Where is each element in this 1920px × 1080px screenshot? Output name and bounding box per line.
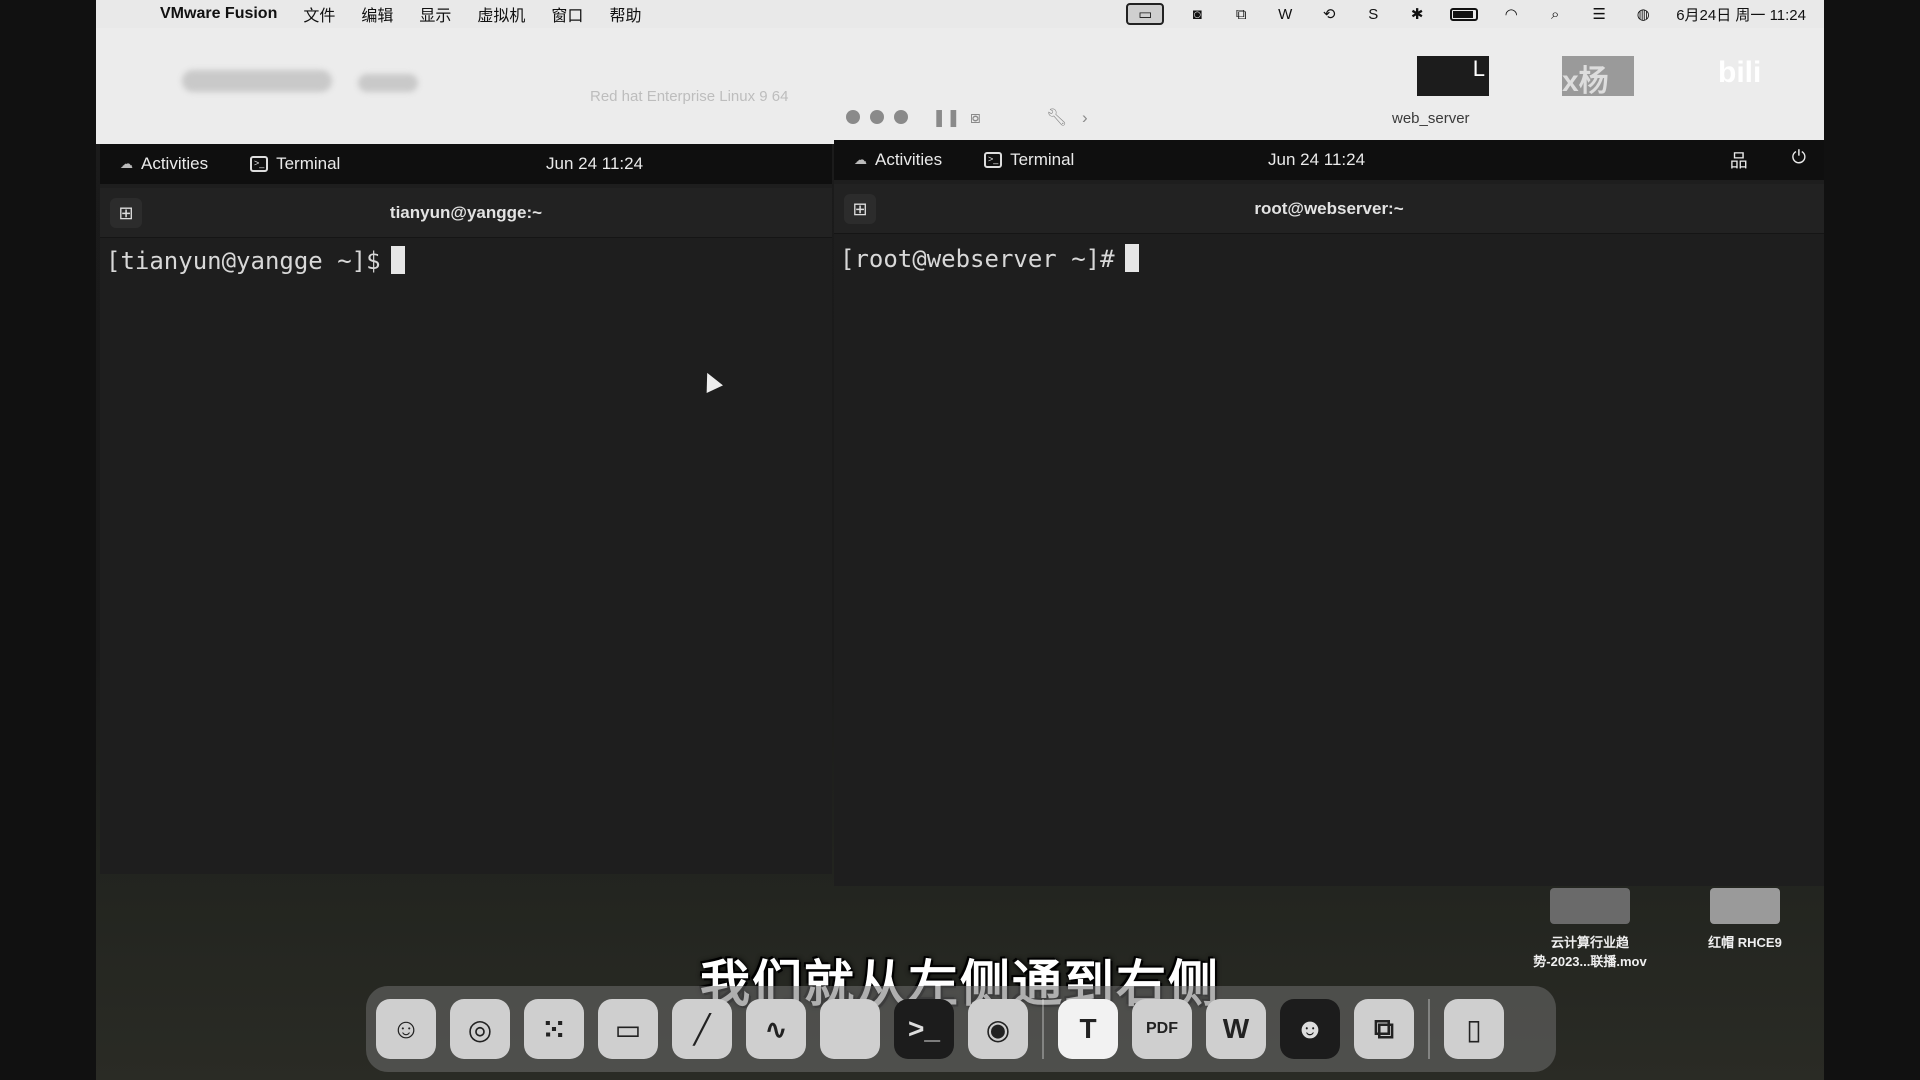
menu-window[interactable]: 窗口 (551, 2, 583, 26)
vm-title-right: web_server (1392, 110, 1470, 127)
menu-edit[interactable]: 编辑 (361, 2, 393, 26)
menubar-app-name[interactable]: VMware Fusion (160, 5, 277, 23)
vm-title-left: Red hat Enterprise Linux 9 64 (590, 88, 789, 105)
gnome-clock[interactable]: Jun 24 11:24 (1268, 150, 1365, 170)
control-center-icon[interactable]: ☰ (1588, 5, 1610, 23)
chevron-right-icon[interactable]: › (1082, 108, 1088, 128)
launchpad-icon[interactable]: ⁙ (524, 999, 584, 1059)
prompt-text: [tianyun@yangge ~]$ (106, 247, 381, 275)
gnome-clock[interactable]: Jun 24 11:24 (546, 154, 643, 174)
mac-screen: VMware Fusion 文件 编辑 显示 虚拟机 窗口 帮助 ▭ ◙ ⧉ W… (96, 0, 1824, 1080)
search-icon[interactable]: ⌕ (1544, 5, 1566, 23)
bluetooth-icon[interactable]: ✱ (1406, 5, 1428, 23)
menu-vm[interactable]: 虚拟机 (477, 2, 525, 26)
text-cursor (390, 246, 405, 274)
wps-icon[interactable]: W (1274, 5, 1296, 23)
terminal-prompt[interactable]: [tianyun@yangge ~]$ (106, 246, 405, 275)
prompt-text: [root@webserver ~]# (840, 245, 1115, 273)
wifi-icon[interactable]: ◠ (1500, 5, 1522, 23)
pillarbox-right (1824, 0, 1920, 1080)
close-dot-icon[interactable] (846, 110, 860, 124)
gnome-topbar: ☁ Activities >_ Terminal Jun 24 11:24 (100, 144, 832, 184)
terminal-icon: >_ (250, 156, 269, 172)
finder-icon[interactable]: ☺ (376, 999, 436, 1059)
gnome-topbar: ☁ Activities >_ Terminal Jun 24 11:24 品 … (834, 140, 1824, 180)
vm-pane-left: ☁ Activities >_ Terminal Jun 24 11:24 ⊞ … (100, 144, 832, 874)
pillarbox-left (0, 0, 96, 1080)
gnome-system-icons: 品 ⏻ (1730, 147, 1806, 173)
activities-button[interactable]: ☁ Activities (120, 154, 208, 174)
menu-file[interactable]: 文件 (303, 2, 335, 26)
zoom-dot-icon[interactable] (894, 110, 908, 124)
typora-icon[interactable]: T (1058, 999, 1118, 1059)
terminal-icon: >_ (984, 152, 1003, 168)
terminal-app-label: Terminal (1010, 150, 1075, 169)
pen-app-icon[interactable]: ╱ (672, 999, 732, 1059)
power-icon[interactable]: ⏻ (1792, 147, 1806, 173)
minimize-dot-icon[interactable] (870, 110, 884, 124)
chatbot-icon[interactable]: ☻ (1280, 999, 1340, 1059)
terminal-window-title: root@webserver:~ (1254, 199, 1404, 218)
overlay-thumbnail: x杨 (1562, 56, 1634, 98)
menubar-status-area: ▭ ◙ ⧉ W ⟲ S ✱ ◠ ⌕ ☰ ◍ 6月24日 周一 11:24 (1126, 0, 1806, 28)
sync-icon[interactable]: ⟲ (1318, 5, 1340, 23)
settings-wrench-icon[interactable]: 🔧︎ (1046, 108, 1068, 128)
vm-pane-right: ☁ Activities >_ Terminal Jun 24 11:24 品 … (834, 140, 1824, 886)
menu-view[interactable]: 显示 (419, 2, 451, 26)
desktop-folder-rhce9[interactable]: 红帽 RHCE9 (1690, 888, 1800, 951)
terminal-app-menu[interactable]: >_ Terminal (984, 150, 1074, 170)
activities-label: Activities (875, 150, 943, 169)
pdf-app-icon[interactable]: PDF (1132, 999, 1192, 1059)
window-switch-icon[interactable]: ⧉ (1230, 5, 1252, 23)
vm-window-controls (846, 110, 908, 124)
pause-icon[interactable]: ❚❚ (932, 108, 961, 128)
terminal-icon[interactable]: >_ (894, 999, 954, 1059)
gnome-foot-icon: ☁ (120, 156, 133, 171)
trash-icon[interactable]: ▯ (1444, 999, 1504, 1059)
safari-icon[interactable]: ◎ (450, 999, 510, 1059)
text-cursor (1124, 244, 1139, 272)
folder-icon (1710, 888, 1780, 924)
network-icon[interactable]: 品 (1730, 147, 1748, 173)
dock-separator (1042, 999, 1044, 1059)
battery-icon[interactable] (1450, 7, 1479, 21)
blurred-region (358, 74, 418, 92)
terminal-headerbar: ⊞ root@webserver:~ (834, 184, 1824, 234)
menubar-datetime[interactable]: 6月24日 周一 11:24 (1676, 4, 1806, 25)
notes-icon[interactable] (820, 999, 880, 1059)
menu-help[interactable]: 帮助 (609, 2, 641, 26)
mac-dock: ☺ ◎ ⁙ ▭ ╱ ∿ >_ ◉ T PDF W ☻ ⧉ ▯ (366, 986, 1556, 1072)
activities-button[interactable]: ☁ Activities (854, 150, 942, 170)
mac-menubar: VMware Fusion 文件 编辑 显示 虚拟机 窗口 帮助 ▭ ◙ ⧉ W… (96, 0, 1824, 28)
messages-icon[interactable]: ▭ (598, 999, 658, 1059)
s-app-icon[interactable]: S (1362, 5, 1384, 23)
screen-share-icon[interactable]: ▭ (1126, 3, 1165, 25)
overlay-thumbnail: L (1417, 56, 1489, 96)
terminal-headerbar: ⊞ tianyun@yangge:~ (100, 188, 832, 238)
blurred-region (182, 70, 332, 92)
siri-icon[interactable]: ◍ (1632, 5, 1654, 23)
video-file-icon (1550, 888, 1630, 924)
freeform-icon[interactable]: ∿ (746, 999, 806, 1059)
chrome-icon[interactable]: ◉ (968, 999, 1028, 1059)
camera-icon[interactable]: ◙ (1186, 5, 1208, 23)
activities-label: Activities (141, 154, 209, 173)
snapshot-icon[interactable]: ⧇ (970, 108, 981, 128)
bilibili-logo-icon: bili (1718, 56, 1762, 89)
gnome-foot-icon: ☁ (854, 152, 867, 167)
terminal-app-label: Terminal (276, 154, 341, 173)
terminal-app-menu[interactable]: >_ Terminal (250, 154, 340, 174)
dock-separator (1428, 999, 1430, 1059)
wps-app-icon[interactable]: W (1206, 999, 1266, 1059)
terminal-window-title: tianyun@yangge:~ (389, 203, 543, 222)
terminal-prompt[interactable]: [root@webserver ~]# (840, 244, 1139, 273)
vmware-fusion-icon[interactable]: ⧉ (1354, 999, 1414, 1059)
